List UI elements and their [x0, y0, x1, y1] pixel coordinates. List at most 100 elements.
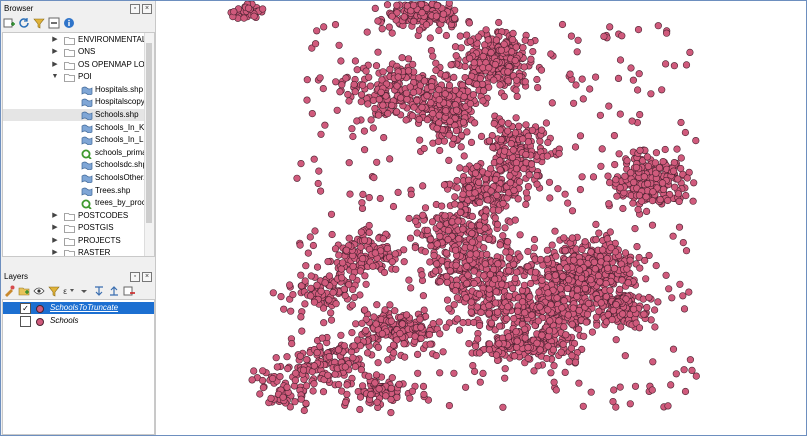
expand-arrow-icon[interactable]: ▶ [51, 46, 59, 58]
map-canvas[interactable] [157, 1, 806, 435]
school-point [590, 258, 598, 266]
browser-file-item[interactable]: Schools_In_Kent [3, 122, 154, 134]
float-panel-icon[interactable]: ▫ [130, 272, 140, 282]
collapse-all-icon[interactable] [48, 17, 60, 29]
info-icon[interactable] [63, 17, 75, 29]
school-point [457, 44, 465, 52]
collapse-all-icon[interactable] [108, 285, 120, 297]
school-point [621, 249, 630, 257]
browser-folder-item[interactable]: ▼ POI [3, 71, 146, 83]
school-point [513, 343, 521, 351]
browser-file-item[interactable]: trees_by_processed [3, 197, 154, 210]
school-point [335, 41, 343, 49]
close-panel-icon[interactable]: × [142, 272, 152, 282]
browser-file-item[interactable]: Hospitalscopy.shp [3, 96, 154, 108]
school-point [451, 200, 459, 208]
add-layer-icon[interactable] [3, 17, 15, 29]
browser-folder-item[interactable]: ▶ ONS [3, 46, 146, 58]
browser-tree[interactable]: ▶ ENVIRONMENTAL ▶ ONS ▶ OS OPENMAP LOCAL ▼ POI H… [2, 32, 155, 257]
school-point [378, 25, 386, 33]
school-point [631, 382, 640, 390]
close-panel-icon[interactable]: × [142, 4, 152, 14]
float-panel-icon[interactable]: ▫ [130, 4, 140, 14]
expand-all-icon[interactable] [93, 285, 105, 297]
school-point [379, 68, 387, 76]
school-point [534, 317, 542, 325]
layer-item[interactable]: ✓ SchoolsToTruncate [3, 302, 154, 314]
filter-legend-icon[interactable] [48, 285, 60, 297]
school-point [451, 86, 460, 94]
school-point [612, 336, 620, 344]
school-point [521, 334, 529, 342]
dropdown-icon[interactable] [78, 285, 90, 297]
school-point [436, 146, 444, 155]
browser-file-item[interactable]: Schools_In_Lincs [3, 134, 154, 146]
school-point [546, 317, 554, 325]
school-point [309, 241, 317, 250]
school-point [367, 391, 375, 399]
school-point [592, 313, 601, 321]
school-point [460, 152, 468, 160]
school-point [618, 276, 626, 284]
school-point [479, 97, 487, 105]
school-point [423, 92, 431, 100]
layers-tree[interactable]: ✓ SchoolsToTruncate Schools [2, 299, 155, 435]
browser-file-item[interactable]: Hospitals.shp [3, 84, 146, 96]
school-point [576, 186, 585, 194]
expand-arrow-icon[interactable]: ▶ [51, 247, 59, 256]
filter-expression-icon[interactable]: ε [63, 285, 75, 297]
school-point [403, 95, 411, 103]
school-point [616, 56, 625, 64]
browser-folder-item[interactable]: ▶ POSTCODES [3, 210, 146, 222]
browser-folder-item[interactable]: ▶ POSTGIS [3, 222, 146, 234]
school-point [406, 394, 414, 402]
expand-arrow-icon[interactable]: ▶ [51, 222, 59, 234]
school-point [258, 376, 267, 385]
school-point [311, 227, 319, 235]
visibility-eye-icon[interactable] [33, 285, 45, 297]
style-brush-icon[interactable] [3, 285, 15, 297]
remove-layer-icon[interactable] [123, 285, 135, 297]
expand-arrow-icon[interactable]: ▶ [51, 59, 59, 71]
layer-visibility-checkbox[interactable]: ✓ [20, 303, 31, 314]
browser-file-item[interactable]: Schoolsdc.shp [3, 159, 147, 171]
expand-arrow-icon[interactable]: ▶ [51, 210, 59, 222]
browser-folder-item[interactable]: ▶ RASTER [3, 247, 146, 256]
school-point [565, 276, 573, 284]
school-point [317, 287, 325, 295]
school-point [388, 258, 396, 266]
expand-arrow-icon[interactable]: ▶ [51, 34, 59, 46]
collapse-arrow-icon[interactable]: ▼ [51, 71, 59, 83]
school-point [389, 341, 398, 349]
school-point [377, 88, 385, 96]
school-point [469, 362, 477, 370]
browser-folder-item[interactable]: ▶ PROJECTS [3, 235, 146, 247]
school-point [456, 208, 465, 216]
browser-file-item[interactable]: SchoolsOther.shp [3, 172, 154, 184]
scrollbar-thumb[interactable] [146, 43, 152, 223]
school-point [485, 64, 493, 72]
school-point [371, 249, 379, 257]
school-point [374, 359, 382, 367]
school-point [403, 311, 411, 319]
school-point [623, 157, 631, 165]
browser-folder-item[interactable]: ▶ ENVIRONMENTAL [3, 34, 146, 46]
school-point [604, 264, 612, 272]
layer-visibility-checkbox[interactable] [20, 316, 31, 327]
school-point [321, 279, 329, 287]
add-group-icon[interactable] [18, 285, 30, 297]
layer-item[interactable]: Schools [3, 315, 154, 327]
refresh-icon[interactable] [18, 17, 30, 29]
browser-file-item[interactable]: Schools.shp [3, 109, 146, 121]
school-point [674, 190, 683, 198]
school-point [634, 86, 642, 94]
browser-file-item[interactable]: Trees.shp [3, 185, 146, 197]
school-point [498, 118, 506, 126]
school-point [514, 307, 522, 315]
browser-folder-item[interactable]: ▶ OS OPENMAP LOCAL [3, 59, 154, 71]
browser-file-item[interactable]: schools_primary [3, 147, 153, 160]
school-point [383, 1, 392, 9]
expand-arrow-icon[interactable]: ▶ [51, 235, 59, 247]
filter-icon[interactable] [33, 17, 45, 29]
browser-scrollbar[interactable] [144, 33, 154, 256]
